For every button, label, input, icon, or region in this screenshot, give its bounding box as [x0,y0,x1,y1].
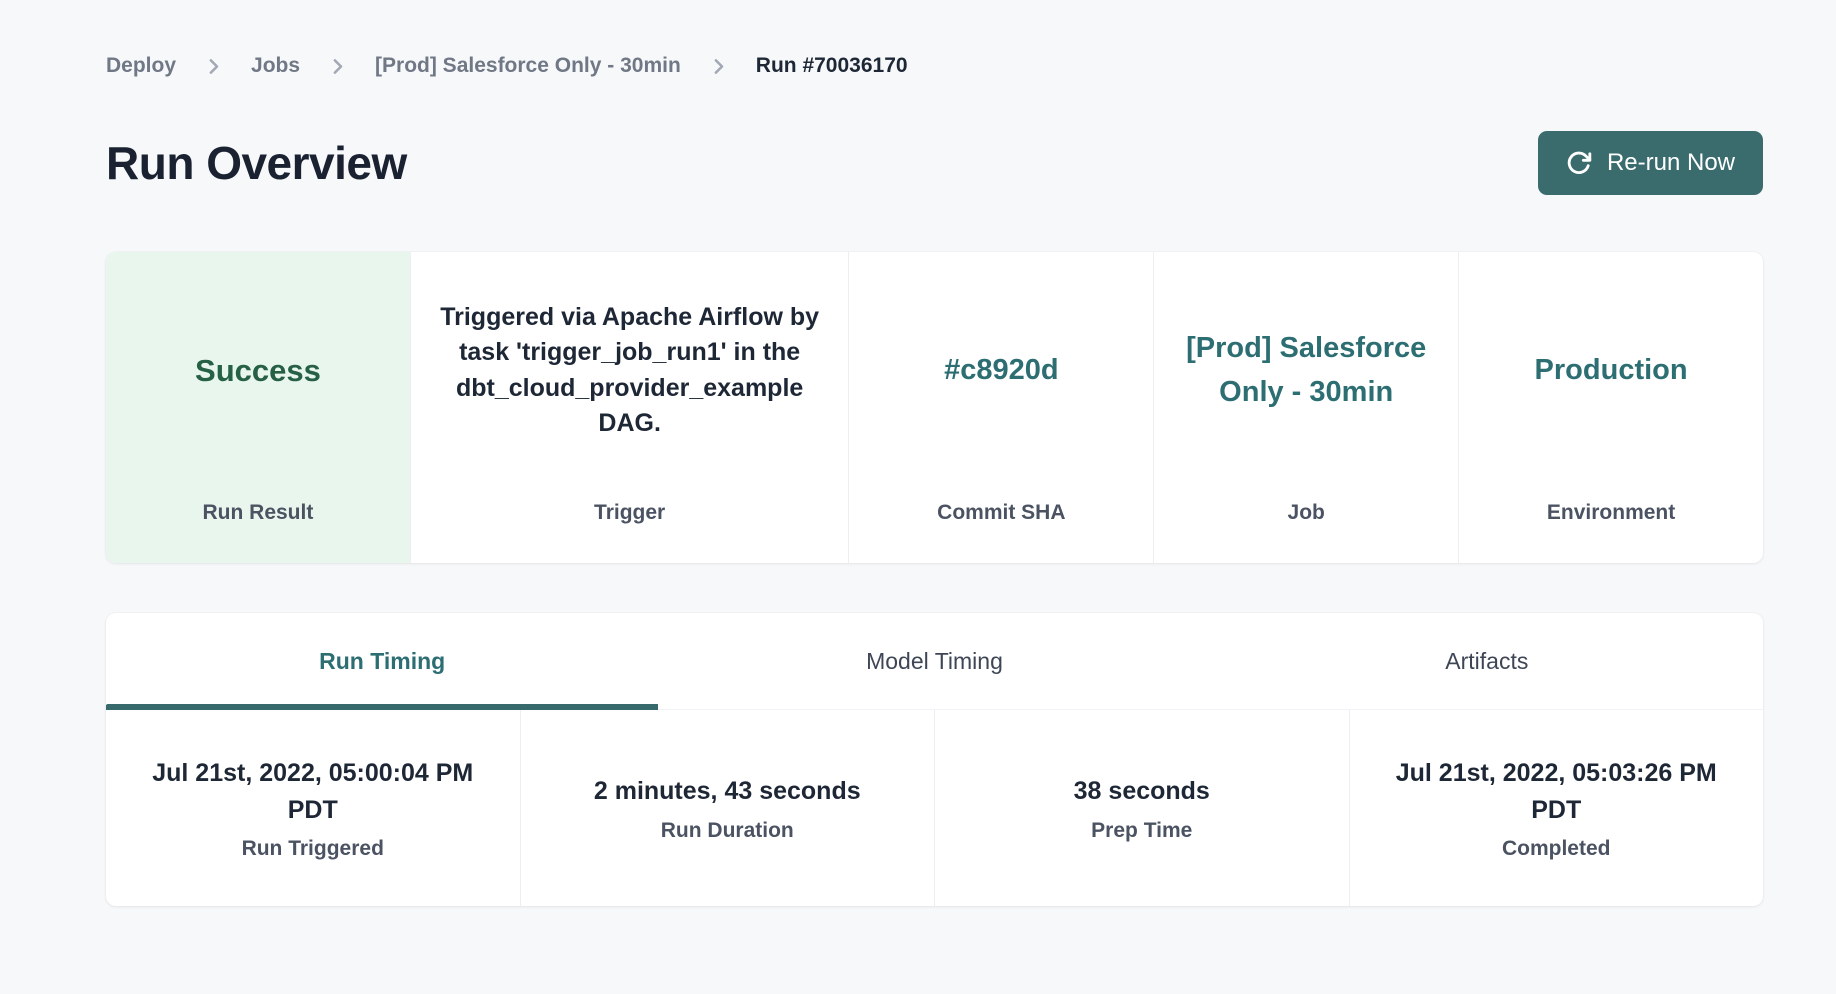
completed-label: Completed [1502,837,1611,861]
commit-sha-cell: #c8920d Commit SHA [848,252,1153,563]
job-link[interactable]: [Prod] Salesforce Only - 30min [1180,327,1432,414]
run-duration-label: Run Duration [661,819,794,843]
run-result-label: Run Result [106,501,410,525]
run-triggered-label: Run Triggered [242,837,384,861]
tab-run-timing-label: Run Timing [319,648,445,675]
job-cell: [Prod] Salesforce Only - 30min Job [1153,252,1458,563]
breadcrumb-item-deploy[interactable]: Deploy [106,54,176,78]
chevron-right-icon [327,56,348,77]
job-label: Job [1154,501,1458,525]
active-tab-indicator [106,704,658,710]
run-result-cell: Success Run Result [106,252,410,563]
tab-model-timing-label: Model Timing [866,648,1003,675]
breadcrumb-item-job-name[interactable]: [Prod] Salesforce Only - 30min [375,54,681,78]
run-triggered-value: Jul 21st, 2022, 05:00:04 PM PDT [134,755,492,828]
tab-artifacts[interactable]: Artifacts [1211,613,1763,709]
breadcrumb-item-run-number: Run #70036170 [756,54,908,78]
run-result-value: Success [195,353,321,389]
tab-artifacts-label: Artifacts [1445,648,1528,675]
breadcrumb-item-jobs[interactable]: Jobs [251,54,300,78]
completed-cell: Jul 21st, 2022, 05:03:26 PM PDT Complete… [1349,710,1764,906]
prep-time-value: 38 seconds [1074,773,1210,809]
trigger-value: Triggered via Apache Airflow by task 'tr… [436,300,824,442]
completed-value: Jul 21st, 2022, 05:03:26 PM PDT [1378,755,1736,828]
trigger-cell: Triggered via Apache Airflow by task 'tr… [410,252,849,563]
rerun-now-button[interactable]: Re-run Now [1538,131,1763,195]
chevron-right-icon [203,56,224,77]
run-duration-cell: 2 minutes, 43 seconds Run Duration [520,710,935,906]
tab-run-timing[interactable]: Run Timing [106,613,658,709]
run-summary-card: Success Run Result Triggered via Apache … [106,252,1763,563]
page-title: Run Overview [106,136,407,190]
commit-sha-label: Commit SHA [849,501,1153,525]
environment-cell: Production Environment [1458,252,1763,563]
tab-model-timing[interactable]: Model Timing [658,613,1210,709]
run-triggered-cell: Jul 21st, 2022, 05:00:04 PM PDT Run Trig… [106,710,520,906]
breadcrumb: Deploy Jobs [Prod] Salesforce Only - 30m… [106,54,1763,78]
chevron-right-icon [708,56,729,77]
trigger-label: Trigger [411,501,849,525]
commit-sha-link[interactable]: #c8920d [944,349,1059,393]
run-detail-card: Run Timing Model Timing Artifacts Jul 21… [106,613,1763,906]
prep-time-cell: 38 seconds Prep Time [934,710,1349,906]
page-header: Run Overview Re-run Now [106,130,1763,196]
refresh-cw-icon [1566,150,1592,176]
tabs-bar: Run Timing Model Timing Artifacts [106,613,1763,710]
environment-label: Environment [1459,501,1763,525]
run-timing-panel: Jul 21st, 2022, 05:00:04 PM PDT Run Trig… [106,710,1763,906]
rerun-button-label: Re-run Now [1607,149,1735,177]
run-overview-page: Deploy Jobs [Prod] Salesforce Only - 30m… [0,0,1836,906]
run-duration-value: 2 minutes, 43 seconds [594,773,861,809]
environment-link[interactable]: Production [1535,349,1688,393]
prep-time-label: Prep Time [1091,819,1192,843]
